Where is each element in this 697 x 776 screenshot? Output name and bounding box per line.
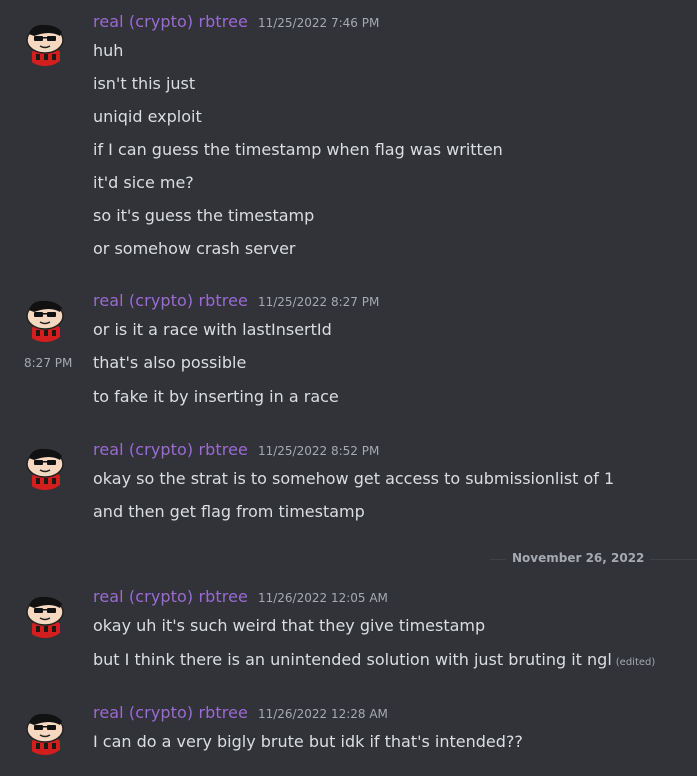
message-header: real (crypto) rbtree 11/25/2022 7:46 PM (93, 12, 379, 36)
hover-timestamp[interactable]: 8:27 PM (24, 356, 72, 370)
message-text: isn't this just (93, 74, 196, 93)
avatar[interactable] (20, 292, 70, 342)
date-divider-label: November 26, 2022 (506, 551, 651, 565)
message-text: or somehow crash server (93, 239, 296, 258)
username[interactable]: real (crypto) rbtree (93, 440, 248, 459)
message-text: it'd sice me? (93, 173, 194, 192)
message-text: uniqid exploit (93, 107, 202, 126)
message-text: to fake it by inserting in a race (93, 387, 339, 406)
username[interactable]: real (crypto) rbtree (93, 291, 248, 310)
username[interactable]: real (crypto) rbtree (93, 12, 248, 31)
shinchan-sunglasses-avatar-icon (20, 440, 70, 490)
shinchan-sunglasses-avatar-icon (20, 705, 70, 755)
message-text: okay so the strat is to somehow get acce… (93, 469, 615, 488)
message-text: huh (93, 41, 124, 60)
message-header: real (crypto) rbtree 11/26/2022 12:28 AM (93, 703, 388, 727)
message-header: real (crypto) rbtree 11/25/2022 8:52 PM (93, 440, 379, 464)
shinchan-sunglasses-avatar-icon (20, 16, 70, 66)
message-text: so it's guess the timestamp (93, 206, 315, 225)
message-text-content: but I think there is an unintended solut… (93, 650, 612, 669)
avatar[interactable] (20, 440, 70, 490)
avatar[interactable] (20, 588, 70, 638)
message-text: that's also possible (93, 353, 247, 372)
avatar[interactable] (20, 16, 70, 66)
message-text: or is it a race with lastInsertId (93, 320, 332, 339)
message-text: okay uh it's such weird that they give t… (93, 616, 486, 635)
message-header: real (crypto) rbtree 11/25/2022 8:27 PM (93, 291, 379, 315)
message-text: if I can guess the timestamp when flag w… (93, 140, 503, 159)
message-text: I can do a very bigly brute but idk if t… (93, 732, 523, 751)
avatar[interactable] (20, 705, 70, 755)
timestamp[interactable]: 11/26/2022 12:28 AM (258, 707, 388, 721)
edited-label[interactable]: (edited) (616, 657, 656, 668)
timestamp[interactable]: 11/26/2022 12:05 AM (258, 591, 388, 605)
message-header: real (crypto) rbtree 11/26/2022 12:05 AM (93, 587, 388, 611)
shinchan-sunglasses-avatar-icon (20, 588, 70, 638)
shinchan-sunglasses-avatar-icon (20, 292, 70, 342)
timestamp[interactable]: 11/25/2022 8:52 PM (258, 444, 379, 458)
timestamp[interactable]: 11/25/2022 8:27 PM (258, 295, 379, 309)
chat-log: real (crypto) rbtree 11/25/2022 7:46 PM … (0, 0, 697, 776)
timestamp[interactable]: 11/25/2022 7:46 PM (258, 16, 379, 30)
username[interactable]: real (crypto) rbtree (93, 703, 248, 722)
message-text: and then get flag from timestamp (93, 502, 365, 521)
message-text: but I think there is an unintended solut… (93, 650, 655, 669)
username[interactable]: real (crypto) rbtree (93, 587, 248, 606)
